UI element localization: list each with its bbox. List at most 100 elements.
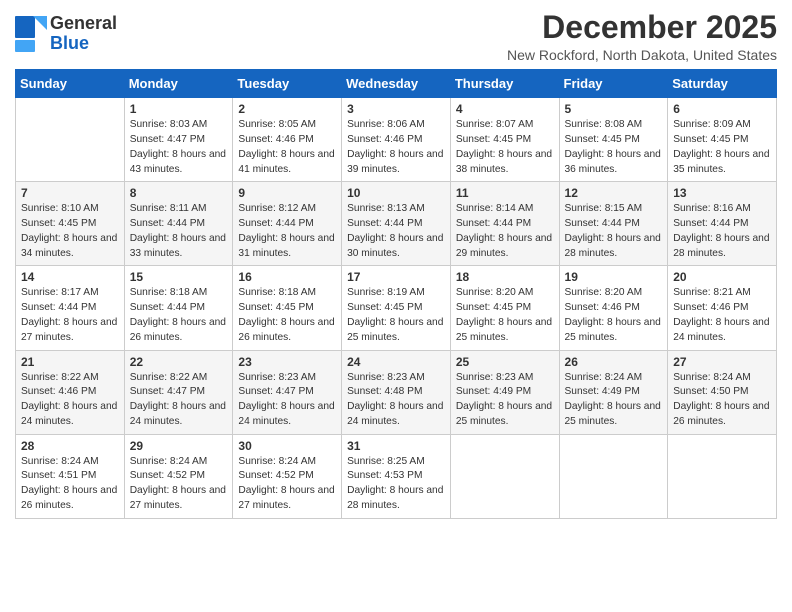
- cell-info: Sunrise: 8:14 AMSunset: 4:44 PMDaylight:…: [456, 202, 554, 261]
- day-number: 7: [21, 186, 119, 200]
- cell-info-line: Daylight: 8 hours and 29 minutes.: [456, 232, 554, 262]
- day-cell: 1Sunrise: 8:03 AMSunset: 4:47 PMDaylight…: [124, 98, 233, 182]
- logo-text: General Blue: [50, 14, 117, 54]
- day-cell: 18Sunrise: 8:20 AMSunset: 4:45 PMDayligh…: [450, 266, 559, 350]
- cell-info-line: Sunrise: 8:12 AM: [238, 202, 336, 217]
- cell-info-line: Daylight: 8 hours and 27 minutes.: [21, 316, 119, 346]
- day-cell: 20Sunrise: 8:21 AMSunset: 4:46 PMDayligh…: [668, 266, 777, 350]
- cell-info: Sunrise: 8:24 AMSunset: 4:50 PMDaylight:…: [673, 371, 771, 430]
- cell-info: Sunrise: 8:20 AMSunset: 4:45 PMDaylight:…: [456, 286, 554, 345]
- day-cell: 11 Sunrise: 8:14 AMSunset: 4:44 PMDayligh…: [450, 182, 559, 266]
- cell-info-line: Daylight: 8 hours and 24 minutes.: [347, 400, 445, 430]
- day-cell: 4Sunrise: 8:07 AMSunset: 4:45 PMDaylight…: [450, 98, 559, 182]
- cell-info: Sunrise: 8:24 AMSunset: 4:51 PMDaylight:…: [21, 455, 119, 514]
- cell-info-line: Sunset: 4:47 PM: [130, 385, 228, 400]
- day-number: 11: [456, 186, 554, 200]
- cell-info: Sunrise: 8:23 AMSunset: 4:49 PMDaylight:…: [456, 371, 554, 430]
- location: New Rockford, North Dakota, United State…: [507, 47, 777, 63]
- day-number: 12: [565, 186, 663, 200]
- day-number: 21: [21, 355, 119, 369]
- day-cell: 10Sunrise: 8:13 AMSunset: 4:44 PMDayligh…: [342, 182, 451, 266]
- cell-info-line: Sunrise: 8:19 AM: [347, 286, 445, 301]
- day-cell: 28Sunrise: 8:24 AMSunset: 4:51 PMDayligh…: [16, 434, 125, 518]
- day-cell: 16Sunrise: 8:18 AMSunset: 4:45 PMDayligh…: [233, 266, 342, 350]
- cell-info-line: Sunset: 4:45 PM: [347, 301, 445, 316]
- cell-info: Sunrise: 8:22 AMSunset: 4:46 PMDaylight:…: [21, 371, 119, 430]
- cell-info-line: Daylight: 8 hours and 30 minutes.: [347, 232, 445, 262]
- logo: General Blue: [15, 14, 117, 54]
- cell-info-line: Sunset: 4:44 PM: [238, 217, 336, 232]
- cell-info-line: Daylight: 8 hours and 26 minutes.: [673, 400, 771, 430]
- day-cell: 27Sunrise: 8:24 AMSunset: 4:50 PMDayligh…: [668, 350, 777, 434]
- day-number: 26: [565, 355, 663, 369]
- cell-info-line: Daylight: 8 hours and 28 minutes.: [565, 232, 663, 262]
- cell-info-line: Daylight: 8 hours and 25 minutes.: [347, 316, 445, 346]
- day-number: 6: [673, 102, 771, 116]
- day-number: 4: [456, 102, 554, 116]
- cell-info: Sunrise: 8:13 AMSunset: 4:44 PMDaylight:…: [347, 202, 445, 261]
- cell-info-line: Daylight: 8 hours and 41 minutes.: [238, 148, 336, 178]
- day-number: 9: [238, 186, 336, 200]
- day-cell: [559, 434, 668, 518]
- day-number: 8: [130, 186, 228, 200]
- cell-info-line: Sunset: 4:45 PM: [238, 301, 336, 316]
- cell-info: Sunrise: 8:15 AMSunset: 4:44 PMDaylight:…: [565, 202, 663, 261]
- weekday-header-monday: Monday: [124, 70, 233, 98]
- cell-info-line: Sunset: 4:46 PM: [21, 385, 119, 400]
- cell-info-line: Sunrise: 8:23 AM: [238, 371, 336, 386]
- cell-info-line: Daylight: 8 hours and 34 minutes.: [21, 232, 119, 262]
- day-number: 3: [347, 102, 445, 116]
- cell-info-line: Sunset: 4:44 PM: [565, 217, 663, 232]
- cell-info-line: Daylight: 8 hours and 24 minutes.: [238, 400, 336, 430]
- cell-info-line: Daylight: 8 hours and 28 minutes.: [347, 484, 445, 514]
- cell-info: Sunrise: 8:24 AMSunset: 4:52 PMDaylight:…: [130, 455, 228, 514]
- cell-info-line: Daylight: 8 hours and 25 minutes.: [456, 400, 554, 430]
- calendar-table: SundayMondayTuesdayWednesdayThursdayFrid…: [15, 69, 777, 519]
- cell-info-line: Sunset: 4:49 PM: [565, 385, 663, 400]
- day-number: 5: [565, 102, 663, 116]
- day-cell: 12 Sunrise: 8:15 AMSunset: 4:44 PMDayligh…: [559, 182, 668, 266]
- cell-info-line: Sunrise: 8:10 AM: [21, 202, 119, 217]
- cell-info-line: Sunrise: 8:18 AM: [238, 286, 336, 301]
- cell-info-line: Daylight: 8 hours and 26 minutes.: [21, 484, 119, 514]
- cell-info: Sunrise: 8:18 AMSunset: 4:44 PMDaylight:…: [130, 286, 228, 345]
- cell-info-line: Sunset: 4:46 PM: [238, 133, 336, 148]
- cell-info: Sunrise: 8:20 AMSunset: 4:46 PMDaylight:…: [565, 286, 663, 345]
- day-number: 19: [565, 270, 663, 284]
- cell-info-line: Daylight: 8 hours and 38 minutes.: [456, 148, 554, 178]
- cell-info: Sunrise: 8:19 AMSunset: 4:45 PMDaylight:…: [347, 286, 445, 345]
- cell-info-line: Sunrise: 8:17 AM: [21, 286, 119, 301]
- cell-info-line: Sunrise: 8:24 AM: [21, 455, 119, 470]
- cell-info-line: Daylight: 8 hours and 27 minutes.: [238, 484, 336, 514]
- cell-info-line: Sunset: 4:52 PM: [130, 469, 228, 484]
- day-number: 1: [130, 102, 228, 116]
- day-cell: 19 Sunrise: 8:20 AMSunset: 4:46 PMDayligh…: [559, 266, 668, 350]
- cell-info-line: Sunrise: 8:20 AM: [456, 286, 554, 301]
- cell-info-line: Sunset: 4:47 PM: [130, 133, 228, 148]
- cell-info-line: Sunrise: 8:24 AM: [238, 455, 336, 470]
- cell-info-line: Sunrise: 8:05 AM: [238, 118, 336, 133]
- cell-info-line: Sunset: 4:44 PM: [21, 301, 119, 316]
- day-cell: [450, 434, 559, 518]
- day-number: 30: [238, 439, 336, 453]
- cell-info-line: Daylight: 8 hours and 43 minutes.: [130, 148, 228, 178]
- day-cell: 14Sunrise: 8:17 AMSunset: 4:44 PMDayligh…: [16, 266, 125, 350]
- cell-info: Sunrise: 8:08 AMSunset: 4:45 PMDaylight:…: [565, 118, 663, 177]
- cell-info-line: Daylight: 8 hours and 35 minutes.: [673, 148, 771, 178]
- cell-info: Sunrise: 8:24 AMSunset: 4:52 PMDaylight:…: [238, 455, 336, 514]
- day-number: 29: [130, 439, 228, 453]
- day-cell: 29 Sunrise: 8:24 AMSunset: 4:52 PMDayligh…: [124, 434, 233, 518]
- cell-info-line: Daylight: 8 hours and 33 minutes.: [130, 232, 228, 262]
- cell-info-line: Sunrise: 8:15 AM: [565, 202, 663, 217]
- cell-info-line: Sunset: 4:45 PM: [456, 301, 554, 316]
- day-cell: 26Sunrise: 8:24 AMSunset: 4:49 PMDayligh…: [559, 350, 668, 434]
- cell-info-line: Sunset: 4:45 PM: [565, 133, 663, 148]
- cell-info-line: Daylight: 8 hours and 25 minutes.: [565, 316, 663, 346]
- cell-info-line: Sunset: 4:47 PM: [238, 385, 336, 400]
- day-cell: 22Sunrise: 8:22 AMSunset: 4:47 PMDayligh…: [124, 350, 233, 434]
- cell-info: Sunrise: 8:25 AMSunset: 4:53 PMDaylight:…: [347, 455, 445, 514]
- cell-info-line: Sunrise: 8:14 AM: [456, 202, 554, 217]
- cell-info-line: Sunrise: 8:22 AM: [130, 371, 228, 386]
- day-cell: 3Sunrise: 8:06 AMSunset: 4:46 PMDaylight…: [342, 98, 451, 182]
- weekday-header-thursday: Thursday: [450, 70, 559, 98]
